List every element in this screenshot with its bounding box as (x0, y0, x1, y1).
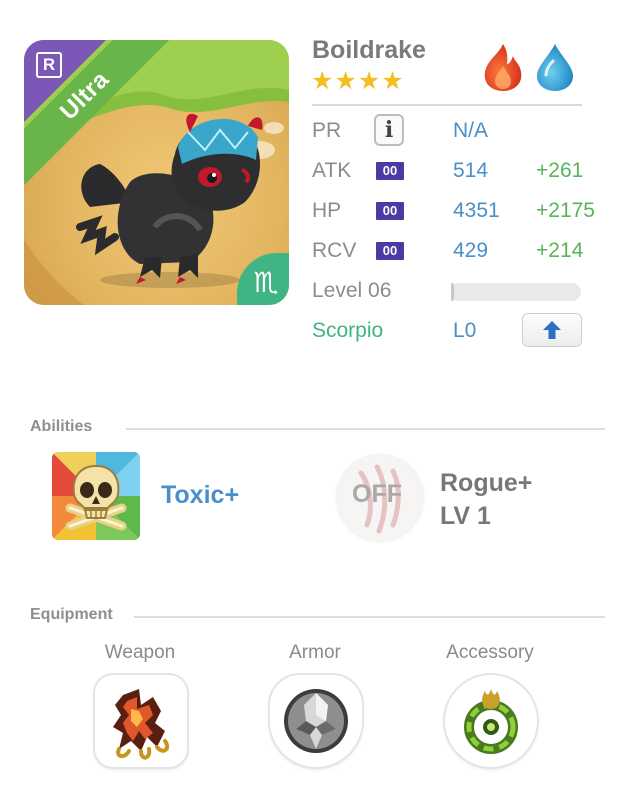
info-icon-button[interactable]: i (374, 114, 404, 146)
stat-row-level: Level 06 (312, 276, 612, 306)
abilities-section-title: Abilities (30, 418, 93, 435)
accessory-slot[interactable] (445, 675, 537, 767)
hp-value: 4351 (453, 199, 500, 222)
weapon-slot-label: Weapon (104, 642, 176, 663)
hp-label: HP (312, 199, 342, 222)
level-progress-fill (451, 283, 454, 301)
star-rating: ★★★★ (311, 67, 405, 95)
zodiac-level: L0 (453, 319, 477, 342)
amulet-icon (464, 689, 518, 754)
fire-icon (484, 44, 522, 91)
ability-off-status: OFF (352, 480, 402, 508)
atk-bonus: +261 (536, 159, 584, 182)
ability-toxic-button[interactable] (52, 452, 140, 540)
monster-image (76, 113, 263, 288)
stat-row-hp: HP 00 4351 +2175 (312, 196, 612, 226)
stat-row-rcv: RCV 00 429 +214 (312, 236, 612, 266)
upgrade-button[interactable] (522, 313, 582, 347)
monster-name: Boildrake (312, 36, 426, 64)
atk-value: 514 (453, 159, 489, 182)
arrow-up-icon (543, 321, 561, 339)
equipment-divider (134, 616, 605, 618)
pr-label: PR (312, 119, 342, 142)
rcv-bonus: +214 (536, 239, 584, 262)
level-label: Level 06 (312, 279, 392, 302)
armor-slot-label: Armor (289, 642, 341, 663)
equipment-section-title: Equipment (30, 606, 113, 623)
weapon-slot[interactable] (95, 675, 187, 767)
rcv-label: RCV (312, 239, 357, 262)
ability-rogue-level: LV 1 (440, 502, 491, 530)
stat-row-zodiac: Scorpio L0 (312, 313, 612, 347)
armor-slot[interactable] (270, 675, 362, 767)
hp-plus-tag: 00 (376, 202, 404, 220)
rcv-plus-tag: 00 (376, 242, 404, 260)
water-icon (537, 44, 573, 91)
zodiac-label: Scorpio (312, 319, 384, 342)
shield-armor-icon (284, 689, 348, 753)
hp-bonus: +2175 (536, 199, 595, 222)
pr-value: N/A (453, 119, 489, 142)
rcv-value: 429 (453, 239, 489, 262)
atk-label: ATK (312, 159, 352, 182)
rank-badge: R (36, 52, 62, 78)
claw-weapon-icon (113, 689, 170, 760)
monster-portrait-card[interactable]: Ultra R ♏ (24, 40, 289, 305)
header-divider (312, 104, 582, 106)
accessory-slot-label: Accessory (446, 642, 534, 663)
stat-row-atk: ATK 00 514 +261 (312, 156, 612, 186)
ability-rogue-name: Rogue+ (440, 469, 533, 497)
level-progress-bar (451, 283, 581, 301)
stat-row-pr: PR i N/A (312, 114, 612, 146)
atk-plus-tag: 00 (376, 162, 404, 180)
abilities-divider (126, 428, 605, 430)
ability-toxic-name[interactable]: Toxic+ (161, 481, 239, 510)
skull-icon (52, 452, 140, 540)
